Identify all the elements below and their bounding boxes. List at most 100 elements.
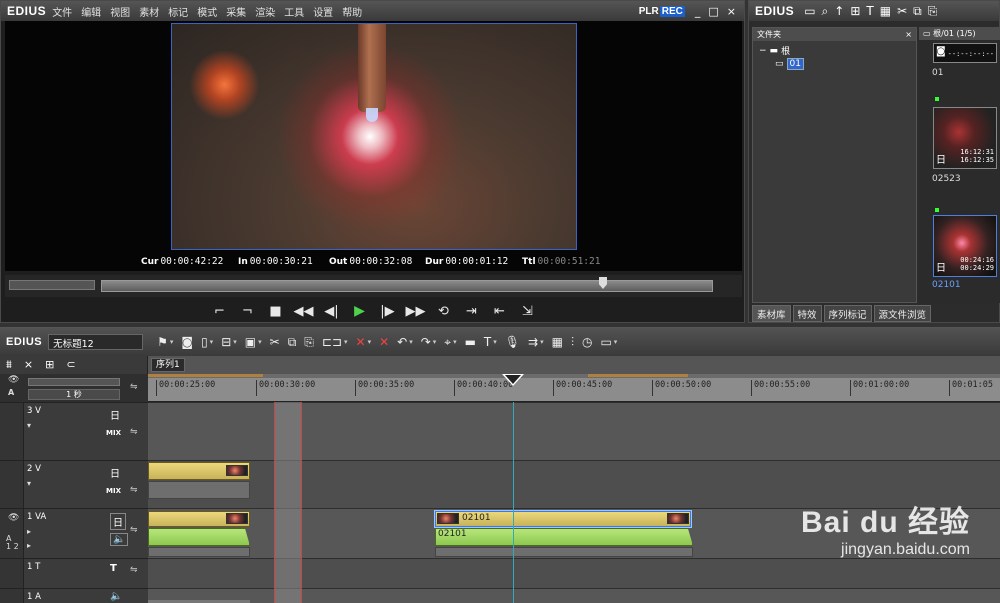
close-icon[interactable]: × (727, 5, 736, 18)
track-sync-icon[interactable]: ⩩ (6, 358, 12, 372)
cut-icon[interactable]: ✂ (897, 4, 907, 19)
tab-sequence[interactable]: 序列1 (151, 358, 185, 372)
plr-mode[interactable]: PLR (639, 6, 659, 17)
video-clip[interactable] (148, 462, 250, 480)
layout-icon[interactable]: ▭ (600, 335, 611, 349)
link-icon[interactable]: ▬ (465, 335, 476, 349)
maximize-icon[interactable]: □ (708, 5, 718, 18)
menu-edit[interactable]: 编辑 (81, 4, 101, 19)
eye-icon[interactable]: 👁 (8, 375, 19, 385)
chevron-down-icon[interactable]: ▾ (344, 338, 348, 346)
loop-icon[interactable]: ⟲ (433, 301, 455, 321)
tree-item-root[interactable]: − ▬ 根 (759, 44, 916, 58)
folder-icon[interactable]: ▭ (804, 4, 815, 19)
step-forward-icon[interactable]: |▶ (377, 301, 399, 321)
loop-icon[interactable]: ⊂ (66, 358, 75, 372)
chevron-down-icon[interactable]: ▾ (210, 338, 214, 346)
track-2v[interactable]: 2 V ▾ 日 MIX ⇋ (0, 460, 148, 508)
undo-icon[interactable]: ↶ (397, 335, 407, 349)
ripple-icon[interactable]: ⨯ (24, 358, 33, 372)
sync-arrow-icon[interactable]: ⇋ (130, 525, 138, 535)
eye-icon[interactable]: 👁 (8, 513, 19, 523)
chevron-down-icon[interactable]: ▾ (493, 338, 497, 346)
menu-file[interactable]: 文件 (52, 4, 72, 19)
expand-icon[interactable]: ▾ (27, 421, 31, 430)
grid-icon[interactable]: ▦ (552, 335, 563, 349)
paste-icon[interactable]: ⎘ (304, 335, 314, 350)
tab-effects[interactable]: 特效 (792, 305, 822, 322)
chevron-down-icon[interactable]: ▾ (453, 338, 457, 346)
set-in-icon[interactable]: ⌐ (209, 301, 231, 321)
snapshot-icon[interactable]: ◙ (181, 335, 193, 349)
clock-icon[interactable]: ◷ (582, 335, 592, 349)
tab-bin[interactable]: 素材库 (752, 305, 791, 322)
chevron-down-icon[interactable]: ▾ (258, 338, 262, 346)
copy-icon[interactable]: ⧉ (288, 335, 297, 350)
replace-icon[interactable]: ⊏⊐ (322, 335, 342, 349)
search-icon[interactable]: ⌕ (822, 4, 829, 19)
insert-icon[interactable]: ⇥ (461, 301, 483, 321)
chevron-down-icon[interactable]: ▾ (233, 338, 237, 346)
menu-render[interactable]: 渲染 (255, 4, 275, 19)
color-bar-icon[interactable]: ▦ (880, 4, 891, 19)
mix-toggle[interactable]: MIX (106, 487, 121, 495)
mixer-icon[interactable]: ⫶ (571, 335, 574, 350)
sync-arrow-icon[interactable]: ⇋ (130, 485, 138, 495)
sync-arrow-icon[interactable]: ⇋ (130, 427, 138, 437)
step-back-icon[interactable]: ◀| (321, 301, 343, 321)
overwrite-icon[interactable]: ⇤ (489, 301, 511, 321)
copy-icon[interactable]: ⧉ (913, 4, 922, 19)
track-1va[interactable]: 👁 A1 2 1 VA ▸ ▸ 日 🔈 ⇋ (0, 508, 148, 558)
timescale-select[interactable]: 1 秒 (28, 389, 120, 400)
menu-mode[interactable]: 模式 (197, 4, 217, 19)
mode-icon[interactable]: ⚑ (157, 335, 168, 349)
microphone-icon[interactable]: 🎙 (505, 335, 520, 349)
title-tool-icon[interactable]: T (484, 335, 491, 349)
up-folder-icon[interactable]: ↑ (834, 4, 844, 19)
sequence-name-field[interactable]: 无标题12 (48, 334, 144, 350)
chevron-down-icon[interactable]: ▾ (368, 338, 372, 346)
tab-sequence-markers[interactable]: 序列标记 (823, 305, 872, 322)
folder-pane-close-icon[interactable]: × (905, 30, 912, 39)
lock-icon[interactable]: A (8, 388, 14, 397)
delete-icon[interactable]: ✕ (356, 335, 366, 349)
position-slider[interactable] (101, 280, 713, 292)
track-1a[interactable]: 1 A 🔈 (0, 588, 148, 603)
plr-rec-toggle[interactable]: PLR REC (639, 5, 685, 17)
menu-tools[interactable]: 工具 (284, 4, 304, 19)
new-sequence-icon[interactable]: ▯ (201, 335, 208, 349)
track-3v[interactable]: 3 V ▾ 日 MIX ⇋ (0, 402, 148, 460)
output-icon[interactable]: ⇲ (517, 301, 539, 321)
ripple-delete-icon[interactable]: ✕ (379, 335, 389, 349)
tree-expander[interactable]: − (759, 46, 767, 56)
play-icon[interactable]: ▶ (349, 301, 371, 321)
menu-view[interactable]: 视图 (110, 4, 130, 19)
mix-toggle[interactable]: MIX (106, 429, 121, 437)
speaker-icon[interactable]: 🔈 (110, 591, 122, 602)
sync-arrow-icon[interactable]: ⇋ (130, 382, 138, 392)
minimize-icon[interactable]: _ (695, 5, 701, 18)
audio-clip-02101[interactable]: 02101 (435, 528, 693, 546)
clip-thumbnail-01[interactable]: ◙ --:--:--:-- (933, 43, 997, 63)
zoom-slider[interactable] (28, 378, 120, 386)
chevron-down-icon[interactable]: ▾ (433, 338, 437, 346)
expand-icon[interactable]: ▸ (27, 527, 31, 536)
stop-icon[interactable]: ■ (265, 301, 287, 321)
tab-source-browser[interactable]: 源文件浏览 (873, 305, 932, 322)
menu-help[interactable]: 帮助 (342, 4, 362, 19)
video-track-icon[interactable]: 日 (110, 513, 126, 530)
paste-icon[interactable]: ⎘ (928, 4, 938, 19)
rec-mode[interactable]: REC (659, 5, 685, 17)
redo-icon[interactable]: ↷ (421, 335, 431, 349)
marker-icon[interactable]: ⌖ (444, 335, 451, 350)
video-track-icon[interactable]: 日 (110, 465, 120, 480)
time-ruler[interactable]: 00:00:25:00 00:00:30:00 00:00:35:00 00:0… (148, 374, 1000, 402)
chevron-down-icon[interactable]: ▾ (540, 338, 544, 346)
save-icon[interactable]: ▣ (245, 335, 256, 349)
open-icon[interactable]: ⊟ (221, 335, 231, 349)
overlay-icon[interactable]: ⊞ (45, 358, 54, 372)
in-out-range[interactable] (274, 402, 302, 603)
clip-thumbnail-02101[interactable]: 日 00:24:16 00:24:29 (933, 215, 997, 277)
chevron-down-icon[interactable]: ▾ (409, 338, 413, 346)
shuttle-slider[interactable] (9, 280, 95, 290)
